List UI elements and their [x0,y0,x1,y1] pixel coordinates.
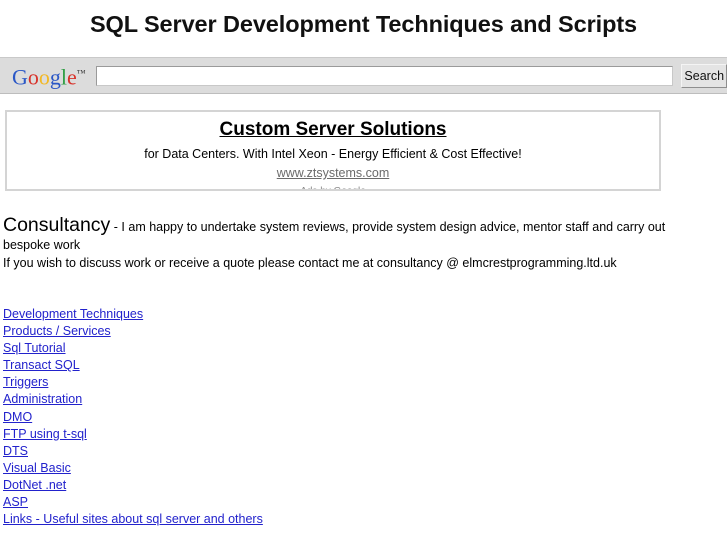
nav-link-administration[interactable]: Administration [3,391,82,408]
nav-link-dotnet[interactable]: DotNet .net [3,477,66,494]
google-search-bar: Google™ Search [0,57,727,94]
google-logo-letter-g2: g [49,64,61,90]
search-input[interactable] [95,65,674,86]
nav-link-triggers[interactable]: Triggers [3,374,48,391]
consultancy-section: Consultancy - I am happy to undertake sy… [3,214,703,273]
ad-headline-link[interactable]: Custom Server Solutions [7,119,659,141]
consultancy-first-line: Consultancy - I am happy to undertake sy… [3,214,703,237]
nav-link-development-techniques[interactable]: Development Techniques [3,306,143,323]
consultancy-intro-text: - I am happy to undertake system reviews… [110,220,666,234]
advertisement-box: Custom Server Solutions for Data Centers… [5,110,661,191]
ads-by-google-label[interactable]: Ads by Google [7,186,659,189]
consultancy-heading: Consultancy [3,214,111,236]
consultancy-second-line: bespoke work [3,237,81,252]
ad-url-link[interactable]: www.ztsystems.com [277,165,390,181]
nav-link-dmo[interactable]: DMO [3,409,32,426]
consultancy-contact-line: If you wish to discuss work or receive a… [3,256,617,270]
nav-link-ftp-using-t-sql[interactable]: FTP using t-sql [3,426,87,443]
nav-link-visual-basic[interactable]: Visual Basic [3,460,71,477]
google-logo-letter-o1: o [27,64,39,90]
search-button[interactable]: Search [681,63,727,88]
nav-link-products-services[interactable]: Products / Services [3,323,111,340]
nav-link-dts[interactable]: DTS [3,443,28,460]
google-logo-letter-e1: e [67,64,77,90]
page-title: SQL Server Development Techniques and Sc… [89,11,638,37]
ad-description: for Data Centers. With Intel Xeon - Ener… [144,147,522,161]
trademark-icon: ™ [76,68,86,79]
navigation-link-list: Development Techniques Products / Servic… [3,306,503,528]
google-logo-letter-g1: G [12,64,28,90]
google-logo-letter-o2: o [38,64,50,90]
nav-link-sql-tutorial[interactable]: Sql Tutorial [3,340,66,357]
nav-link-asp[interactable]: ASP [3,494,28,511]
nav-link-transact-sql[interactable]: Transact SQL [3,357,80,374]
nav-link-useful-sites[interactable]: Links - Useful sites about sql server an… [3,511,263,528]
google-logo: Google™ [12,62,86,88]
